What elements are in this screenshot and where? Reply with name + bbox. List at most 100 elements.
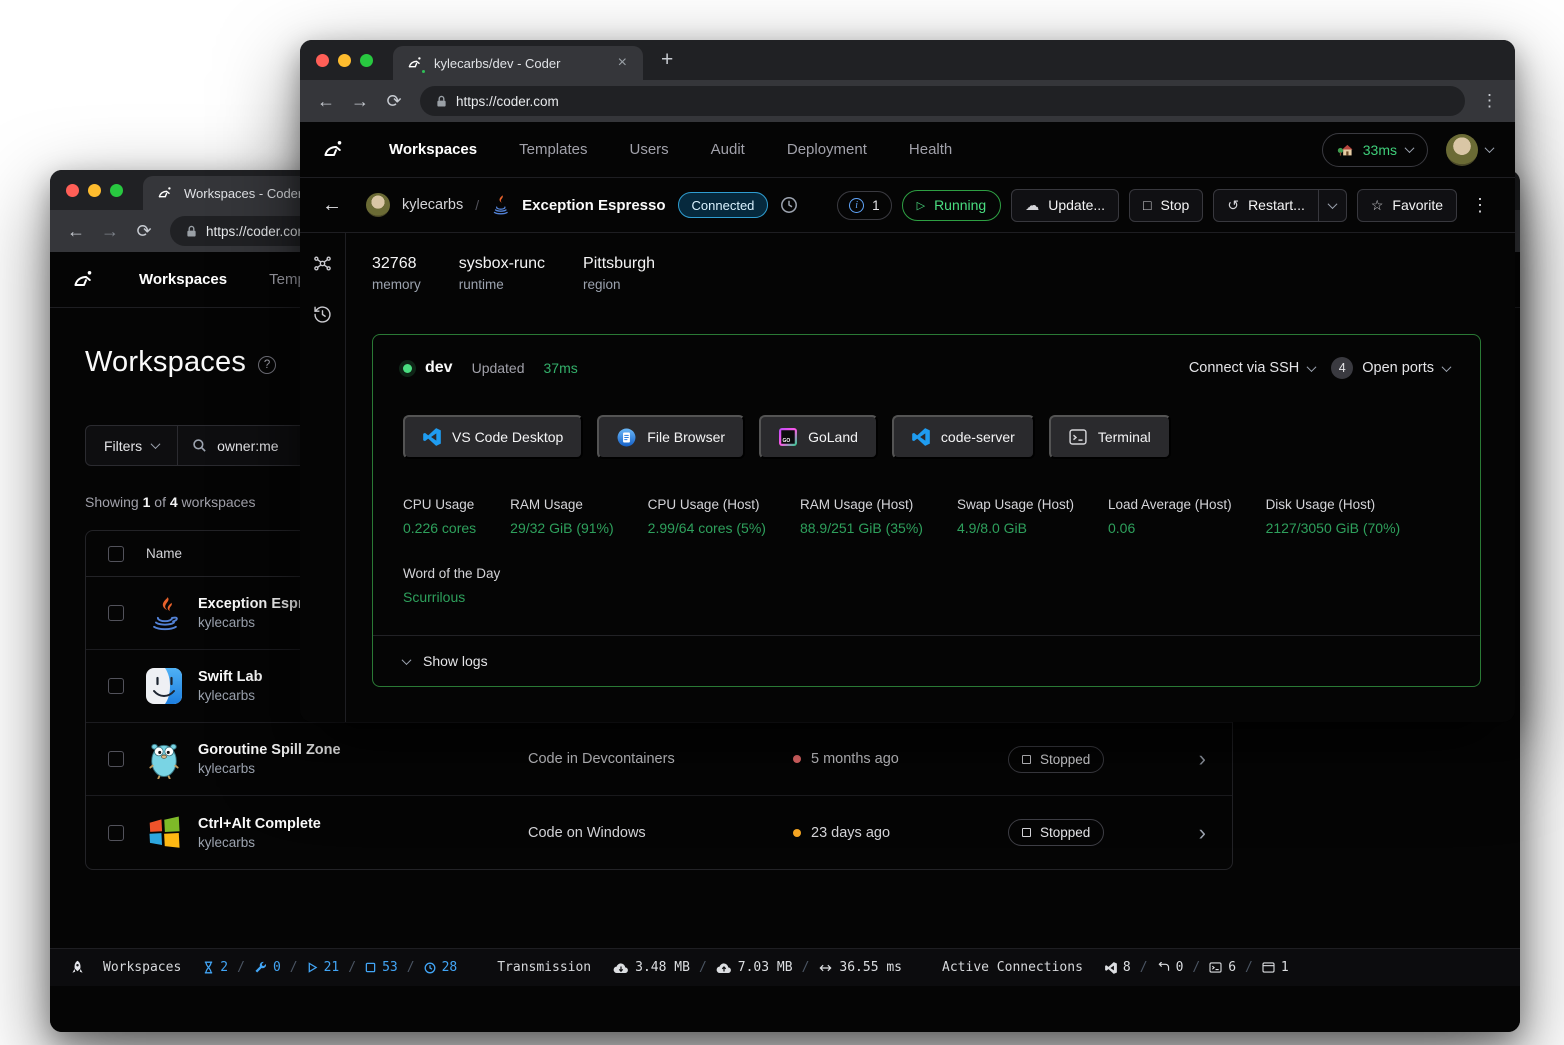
user-menu-chevron-icon[interactable] xyxy=(1486,146,1493,153)
row-checkbox[interactable] xyxy=(108,825,124,841)
row-chevron-right-icon[interactable]: › xyxy=(1199,748,1232,770)
restart-button-group: ↺ Restart... xyxy=(1213,189,1347,222)
row-checkbox[interactable] xyxy=(108,605,124,621)
reload-button[interactable]: ⟳ xyxy=(378,91,410,112)
browser-tab[interactable]: kylecarbs/dev - Coder × xyxy=(393,46,643,80)
workspace-template: Code in Devcontainers xyxy=(528,751,793,767)
row-checkbox[interactable] xyxy=(108,751,124,767)
breadcrumb-workspace-name: Exception Espresso xyxy=(522,197,665,214)
metadata-item: sysbox-runc runtime xyxy=(459,255,545,292)
traffic-lights[interactable] xyxy=(66,170,143,210)
forward-button[interactable]: → xyxy=(344,91,376,112)
goland-button[interactable]: GO GoLand xyxy=(759,415,878,459)
owner-avatar xyxy=(366,193,390,217)
terminal-button[interactable]: Terminal xyxy=(1049,415,1171,459)
status-badge: Stopped xyxy=(1008,819,1104,846)
metadata-item: 32768 memory xyxy=(372,255,421,292)
table-row[interactable]: Ctrl+Alt Complete kylecarbs Code on Wind… xyxy=(86,796,1232,869)
wrench-icon xyxy=(254,961,267,974)
last-used: 5 months ago xyxy=(811,751,899,767)
file-browser-button[interactable]: File Browser xyxy=(597,415,745,459)
running-status-pill: ▷ Running xyxy=(902,190,1002,221)
filters-dropdown[interactable]: Filters xyxy=(86,426,178,465)
close-window-button[interactable] xyxy=(66,184,79,197)
coder-favicon xyxy=(157,185,174,202)
back-arrow-icon[interactable]: ← xyxy=(322,194,354,217)
zoom-window-button[interactable] xyxy=(110,184,123,197)
code-server-button[interactable]: code-server xyxy=(892,415,1035,459)
coder-nav: Workspaces Templates Users Audit Deploym… xyxy=(300,122,1515,178)
workspace-detail-page: Workspaces Templates Users Audit Deploym… xyxy=(300,122,1515,722)
lock-icon xyxy=(436,95,447,108)
transmission-stats: 3.48 MB / 7.03 MB / 36.55 ms xyxy=(613,960,902,975)
metadata-item: Pittsburgh region xyxy=(583,255,655,292)
reload-button[interactable]: ⟳ xyxy=(128,221,160,242)
zoom-window-button[interactable] xyxy=(360,54,373,67)
resources-topology-icon[interactable] xyxy=(312,253,333,274)
workspace-owner: kylecarbs xyxy=(198,761,528,776)
stat: RAM Usage (Host)88.9/251 GiB (35%) xyxy=(800,497,923,536)
nav-item-users[interactable]: Users xyxy=(608,141,689,158)
status-badge: Stopped xyxy=(1008,746,1104,773)
row-chevron-right-icon[interactable]: › xyxy=(1199,822,1232,844)
agent-status-dot xyxy=(403,364,412,373)
workspace-detail-browser-window: kylecarbs/dev - Coder × + ← → ⟳ https://… xyxy=(300,40,1515,722)
nav-item-templates[interactable]: Templates xyxy=(498,141,608,158)
back-button[interactable]: ← xyxy=(60,221,92,242)
vscode-desktop-button[interactable]: VS Code Desktop xyxy=(403,415,583,459)
open-ports-button[interactable]: 4 Open ports xyxy=(1331,357,1450,379)
forward-button[interactable]: → xyxy=(94,221,126,242)
workspace-menu-icon[interactable]: ⋮ xyxy=(1467,195,1493,216)
stat: CPU Usage (Host)2.99/64 cores (5%) xyxy=(648,497,766,536)
nav-item-audit[interactable]: Audit xyxy=(690,141,766,158)
user-avatar[interactable] xyxy=(1446,134,1478,166)
update-button[interactable]: ☁ Update... xyxy=(1011,189,1119,222)
statusbar-workspaces-label: Workspaces xyxy=(103,960,181,975)
browser-menu-icon[interactable]: ⋮ xyxy=(1475,91,1505,111)
play-icon: ▷ xyxy=(917,199,925,212)
close-window-button[interactable] xyxy=(316,54,329,67)
back-button[interactable]: ← xyxy=(310,91,342,112)
house-icon xyxy=(1337,142,1354,157)
nav-item-workspaces[interactable]: Workspaces xyxy=(368,141,498,158)
row-checkbox[interactable] xyxy=(108,678,124,694)
workspace-counts: 2 / 0 / 21 / 53 / 28 xyxy=(203,960,457,975)
tab-title: kylecarbs/dev - Coder xyxy=(434,56,604,71)
open-connections-pill[interactable]: i 1 xyxy=(837,191,892,220)
cloud-upload-icon xyxy=(716,962,732,974)
browser-window-icon xyxy=(1262,962,1275,973)
minimize-window-button[interactable] xyxy=(88,184,101,197)
connect-via-ssh-button[interactable]: Connect via SSH xyxy=(1189,360,1315,376)
help-icon[interactable]: ? xyxy=(258,356,276,374)
breadcrumb-owner[interactable]: kylecarbs xyxy=(402,197,463,213)
minimize-window-button[interactable] xyxy=(338,54,351,67)
show-logs-toggle[interactable]: Show logs xyxy=(373,635,1480,686)
restart-options-chevron-icon[interactable] xyxy=(1319,189,1347,222)
select-all-checkbox[interactable] xyxy=(108,546,124,562)
stop-button[interactable]: □ Stop xyxy=(1129,189,1203,222)
last-used-dot xyxy=(793,829,801,837)
restart-button[interactable]: ↺ Restart... xyxy=(1213,189,1319,222)
table-row[interactable]: Goroutine Spill Zone kylecarbs Code in D… xyxy=(86,723,1232,796)
nav-item-deployment[interactable]: Deployment xyxy=(766,141,888,158)
vscode-icon xyxy=(1105,962,1117,974)
cloud-icon: ☁ xyxy=(1025,198,1039,212)
history-icon[interactable] xyxy=(312,304,333,325)
ssh-reconnect-icon xyxy=(1157,962,1170,973)
latency-badge[interactable]: 33ms xyxy=(1322,133,1428,167)
tab-close-icon[interactable]: × xyxy=(614,54,631,72)
stat: Load Average (Host)0.06 xyxy=(1108,497,1232,536)
traffic-lights[interactable] xyxy=(316,40,393,80)
nav-item-workspaces[interactable]: Workspaces xyxy=(118,271,248,288)
schedule-clock-icon[interactable] xyxy=(780,196,798,214)
coder-logo[interactable] xyxy=(72,268,96,292)
go-gopher-icon xyxy=(146,741,182,777)
nav-item-health[interactable]: Health xyxy=(888,141,973,158)
coder-favicon xyxy=(407,55,424,72)
url-text: https://coder.com xyxy=(456,94,559,109)
favorite-button[interactable]: ☆ Favorite xyxy=(1357,189,1457,222)
address-bar[interactable]: https://coder.com xyxy=(420,86,1465,116)
agent-apps: VS Code Desktop File Browser GO GoLand xyxy=(403,415,1450,459)
new-tab-button[interactable]: + xyxy=(661,48,673,72)
coder-logo[interactable] xyxy=(322,138,346,162)
